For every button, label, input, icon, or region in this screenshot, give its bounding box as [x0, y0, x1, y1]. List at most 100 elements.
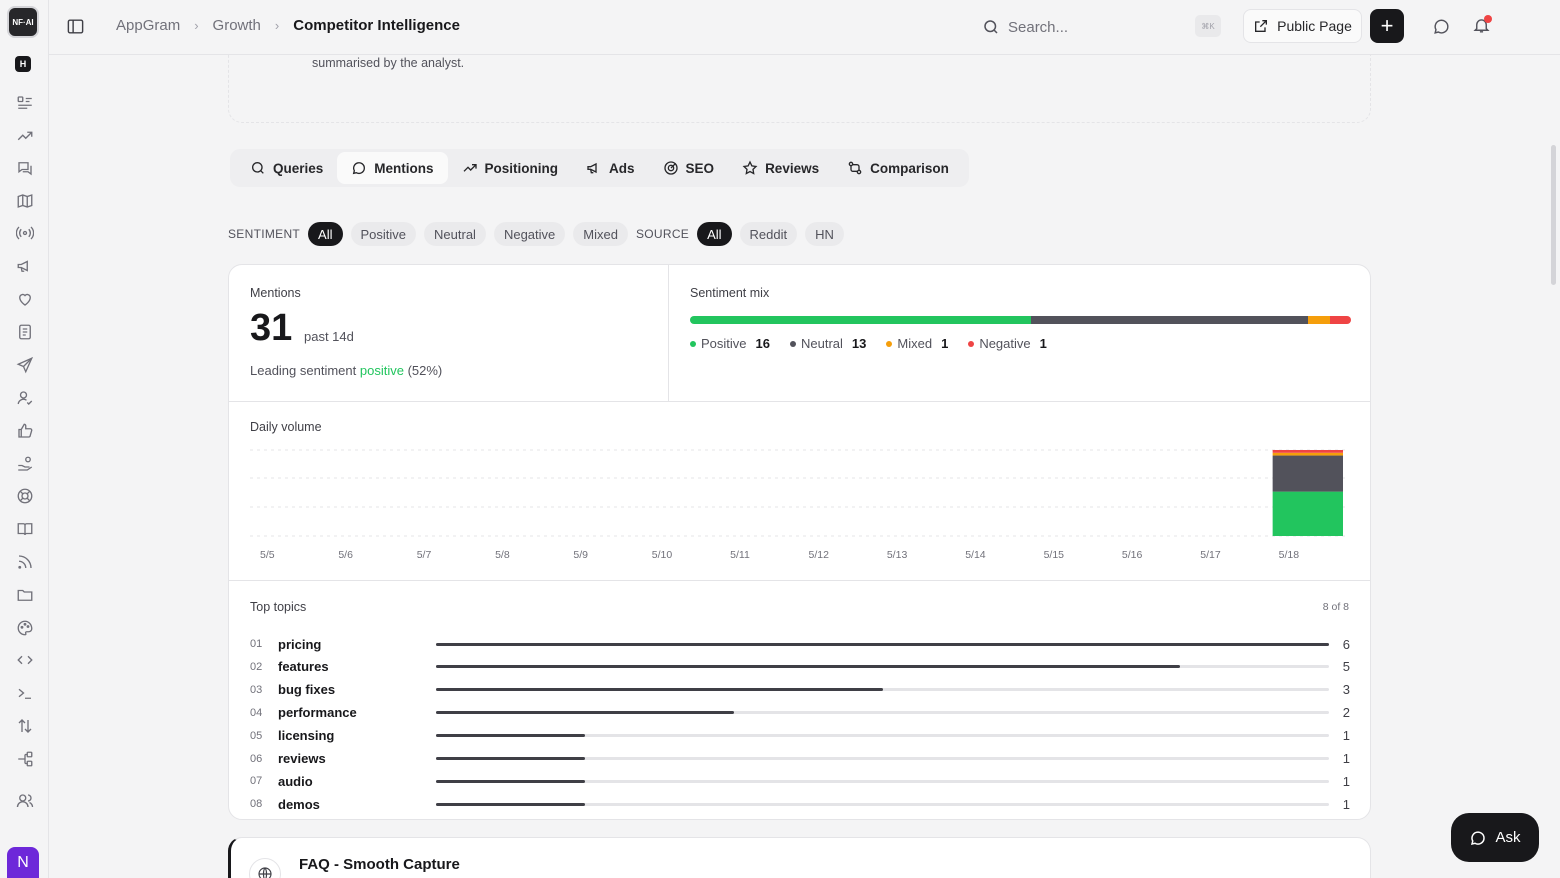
tab-comparison[interactable]: Comparison [833, 152, 963, 184]
globe-icon [249, 858, 281, 878]
source-chip-all[interactable]: All [697, 222, 732, 246]
send-icon[interactable] [16, 356, 36, 376]
heart-icon[interactable] [16, 290, 36, 310]
chat-icon [1471, 830, 1486, 845]
topic-bar-track [436, 779, 1329, 783]
sidebar-toggle-icon[interactable] [66, 17, 86, 37]
ask-button[interactable]: Ask [1451, 813, 1539, 862]
source-chip-hn[interactable]: HN [805, 222, 844, 246]
daily-volume-chart: 5/5 5/6 5/7 5/8 5/9 5/10 5/11 5/12 5/13 5/14 5/15 5… [250, 449, 1347, 561]
public-page-button[interactable]: Public Page [1243, 9, 1362, 43]
faq-title: FAQ - Smooth Capture [299, 856, 460, 873]
topic-row[interactable]: 04 performance 2 [250, 702, 1350, 724]
map-icon[interactable] [16, 192, 36, 212]
folder-icon[interactable] [16, 586, 36, 606]
x-tick-label: 5/16 [1122, 549, 1143, 561]
breadcrumb-appgram[interactable]: AppGram [116, 17, 180, 34]
team-icon[interactable] [16, 792, 36, 812]
tab-reviews[interactable]: Reviews [728, 152, 833, 184]
breadcrumb-growth[interactable]: Growth [213, 17, 261, 34]
x-tick-label: 5/14 [965, 549, 986, 561]
tab-queries[interactable]: Queries [236, 152, 337, 184]
topic-row[interactable]: 07 audio 1 [250, 770, 1350, 792]
faq-card[interactable]: FAQ - Smooth Capture [228, 837, 1371, 878]
x-tick-label: 5/18 [1279, 549, 1300, 561]
topic-row[interactable]: 01 pricing 6 [250, 633, 1350, 655]
broadcast-icon[interactable] [15, 224, 36, 244]
document-icon[interactable] [16, 323, 36, 343]
tab-label: Ads [609, 160, 635, 176]
workspace-badge[interactable]: H [15, 56, 31, 72]
megaphone-icon [587, 162, 597, 174]
x-tick-label: 5/11 [730, 549, 750, 561]
search-shortcut: ⌘K [1195, 15, 1221, 37]
topic-row[interactable]: 05 licensing 1 [250, 725, 1350, 747]
code-icon[interactable] [16, 651, 36, 671]
user-check-icon[interactable] [16, 389, 36, 409]
book-icon[interactable] [16, 520, 36, 540]
sentiment-mix-bar [690, 316, 1351, 324]
search-input[interactable]: Search... [982, 14, 1222, 40]
volume-bar-neutral[interactable] [1272, 455, 1343, 492]
topic-bar-track [436, 802, 1329, 806]
megaphone-icon[interactable] [16, 257, 36, 277]
sentiment-chip-neutral[interactable]: Neutral [424, 222, 486, 246]
top-topics-count: 8 of 8 [1322, 601, 1349, 613]
topic-row[interactable]: 08 demos 1 [250, 793, 1350, 815]
topic-row[interactable]: 06 reviews 1 [250, 748, 1350, 770]
legend-dot [690, 340, 696, 347]
volume-bar-mixed[interactable] [1272, 452, 1343, 456]
compare-icon [848, 161, 862, 175]
tab-positioning[interactable]: Positioning [448, 152, 573, 184]
topic-rank: 06 [250, 752, 263, 765]
chat-icon[interactable] [1432, 17, 1452, 37]
x-tick-label: 5/12 [809, 549, 830, 561]
tab-mentions[interactable]: Mentions [337, 152, 448, 184]
user-avatar[interactable]: N [7, 847, 39, 878]
terminal-icon[interactable] [16, 684, 36, 704]
palette-icon[interactable] [16, 619, 36, 639]
topic-count: 1 [1342, 728, 1350, 744]
scrollbar[interactable] [1551, 145, 1556, 285]
legend-item-mixed: Mixed 1 [886, 336, 948, 351]
topic-bar-track [436, 711, 1329, 715]
rss-icon[interactable] [16, 553, 36, 573]
add-button[interactable]: + [1370, 9, 1404, 43]
sentiment-chip-mixed[interactable]: Mixed [573, 222, 628, 246]
sort-icon[interactable] [16, 717, 36, 737]
workflow-icon[interactable] [16, 750, 36, 770]
tab-seo[interactable]: SEO [649, 152, 729, 184]
topic-row[interactable]: 02 features 5 [250, 656, 1350, 678]
topic-rank: 03 [250, 683, 263, 696]
app-logo[interactable]: NF·AI [7, 6, 39, 38]
source-chip-reddit[interactable]: Reddit [739, 222, 798, 246]
topic-bar-fill [436, 757, 585, 760]
trending-icon[interactable] [16, 127, 36, 147]
topic-bar-track [436, 665, 1329, 669]
sentiment-chip-positive[interactable]: Positive [350, 222, 417, 246]
leading-sentiment-value: positive [359, 363, 404, 378]
handshake-icon[interactable] [16, 455, 36, 475]
messages-icon[interactable] [16, 159, 36, 179]
topic-count: 1 [1342, 796, 1350, 812]
legend-value: 13 [851, 336, 867, 351]
leading-sentiment: Leading sentiment positive (52%) [250, 363, 442, 378]
volume-bar-negative[interactable] [1272, 450, 1343, 453]
topic-row[interactable]: 03 bug fixes 3 [250, 679, 1350, 701]
tab-ads[interactable]: Ads [572, 152, 649, 184]
legend-dot [968, 340, 975, 347]
sentiment-chip-all[interactable]: All [308, 222, 343, 246]
support-icon[interactable] [16, 487, 36, 507]
topic-bar-fill [436, 665, 1181, 669]
tab-label: Reviews [765, 160, 820, 176]
dashboard-icon[interactable] [16, 94, 36, 114]
tab-label: Comparison [870, 160, 949, 176]
target-icon [663, 161, 678, 175]
topic-bar-track [436, 734, 1329, 738]
top-topics-panel: Top topics 8 of 8 01 pricing 6 02 features 5 0… [229, 581, 1370, 819]
filter-bar: SENTIMENT All Positive Neutral Negative … [228, 222, 852, 246]
tab-label: SEO [685, 160, 715, 176]
volume-bar-positive[interactable] [1272, 491, 1343, 536]
sentiment-chip-negative[interactable]: Negative [493, 222, 566, 246]
thumbs-up-icon[interactable] [16, 422, 36, 442]
